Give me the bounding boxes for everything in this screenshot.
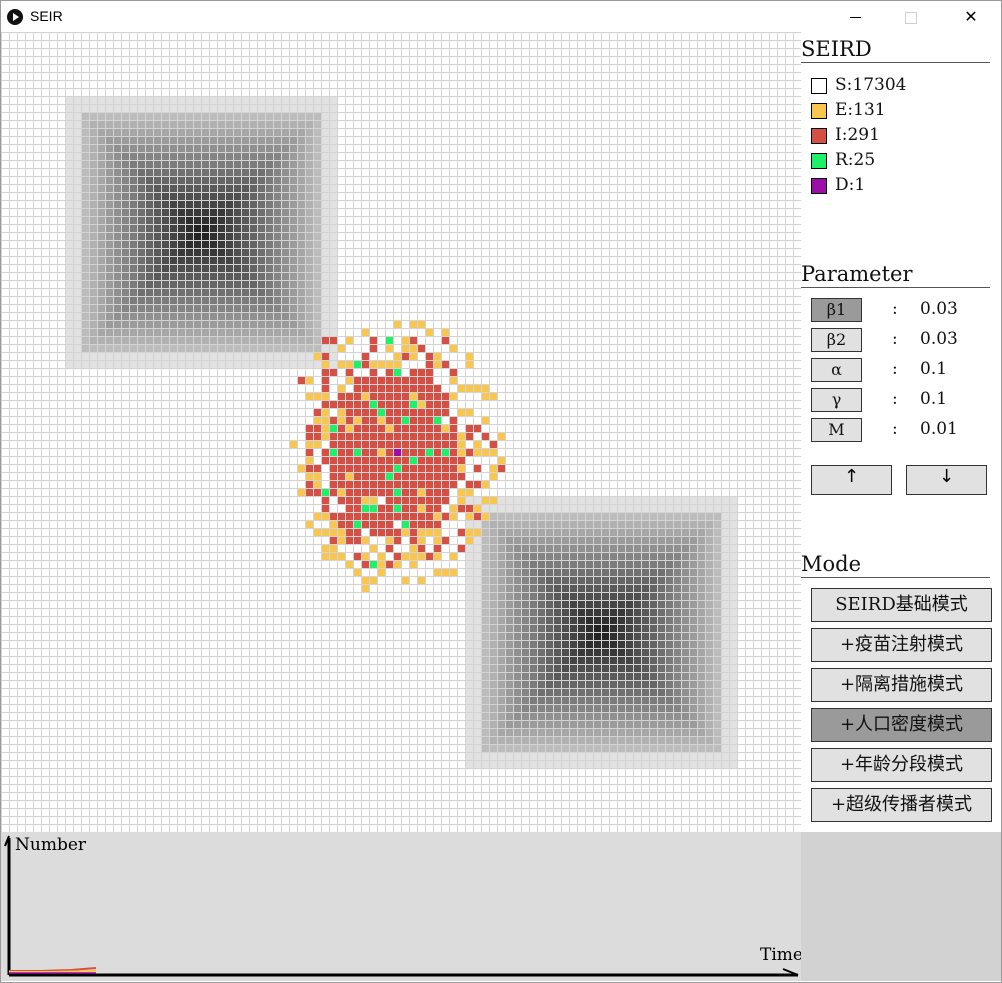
chart-x-label: Time	[760, 945, 803, 965]
param-alpha-button[interactable]: α	[811, 358, 862, 382]
increase-button[interactable]: ↑	[811, 465, 892, 495]
population-chart-svg	[4, 835, 799, 977]
param-beta2-button[interactable]: β2	[811, 328, 862, 352]
side-panel: SEIRD S:17304 E:131 I:291 R:25 D:1 Parameter…	[801, 32, 1001, 832]
minimize-button[interactable]	[832, 1, 878, 32]
legend-exposed-label: E:131	[835, 100, 886, 120]
side-panel-footer	[801, 832, 1001, 981]
grid-lines	[1, 32, 801, 832]
population-chart: Number Time	[1, 832, 803, 981]
param-row-m: M: 0.01	[811, 418, 996, 442]
close-icon: ✕	[964, 7, 978, 26]
legend-recovered-swatch	[811, 153, 827, 169]
legend-susceptible-label: S:17304	[835, 75, 907, 95]
dead-cell	[393, 448, 401, 456]
param-beta2-value: 0.03	[920, 329, 958, 349]
window-title: SEIR	[30, 8, 63, 24]
legend-title: SEIRD	[801, 36, 990, 63]
mode-quarantine-button[interactable]: +隔离措施模式	[811, 668, 992, 702]
mode-vaccine-button[interactable]: +疫苗注射模式	[811, 628, 992, 662]
legend-dead-swatch	[811, 178, 827, 194]
legend-exposed-swatch	[811, 103, 827, 119]
chart-y-label: Number	[15, 835, 87, 855]
decrease-button[interactable]: ↓	[906, 465, 987, 495]
param-row-beta2: β2: 0.03	[811, 328, 996, 352]
mode-title: Mode	[801, 551, 990, 578]
close-button[interactable]: ✕	[948, 1, 994, 32]
param-colon: :	[892, 419, 898, 439]
mode-population-density-button[interactable]: +人口密度模式	[811, 708, 992, 742]
param-beta1-button[interactable]: β1	[811, 298, 862, 322]
param-row-beta1: β1: 0.03	[811, 298, 996, 322]
param-row-alpha: α: 0.1	[811, 358, 996, 382]
mode-seird-basic-button[interactable]: SEIRD基础模式	[811, 588, 992, 622]
param-colon: :	[892, 389, 898, 409]
param-alpha-value: 0.1	[920, 359, 948, 379]
legend-infected-swatch	[811, 128, 827, 144]
maximize-button[interactable]	[888, 1, 934, 32]
param-m-value: 0.01	[920, 419, 958, 439]
exposed-curve	[9, 970, 97, 973]
legend-infected-label: I:291	[835, 125, 880, 145]
minimize-icon	[849, 17, 861, 18]
param-colon: :	[892, 299, 898, 319]
param-m-button[interactable]: M	[811, 418, 862, 442]
app-play-icon	[7, 9, 23, 25]
param-colon: :	[892, 359, 898, 379]
param-gamma-button[interactable]: γ	[811, 388, 862, 412]
simulation-grid[interactable]	[1, 32, 801, 832]
legend-susceptible-swatch	[811, 78, 827, 94]
param-colon: :	[892, 329, 898, 349]
param-beta1-value: 0.03	[920, 299, 958, 319]
mode-superspreader-button[interactable]: +超级传播者模式	[811, 788, 992, 822]
legend-dead-label: D:1	[835, 175, 866, 195]
legend-recovered-label: R:25	[835, 150, 876, 170]
param-row-gamma: γ: 0.1	[811, 388, 996, 412]
parameter-title: Parameter	[801, 261, 990, 288]
maximize-icon	[905, 11, 917, 24]
param-gamma-value: 0.1	[920, 389, 948, 409]
mode-age-group-button[interactable]: +年龄分段模式	[811, 748, 992, 782]
title-bar: SEIR ✕	[1, 1, 1001, 32]
simulation-grid-svg	[1, 32, 801, 832]
